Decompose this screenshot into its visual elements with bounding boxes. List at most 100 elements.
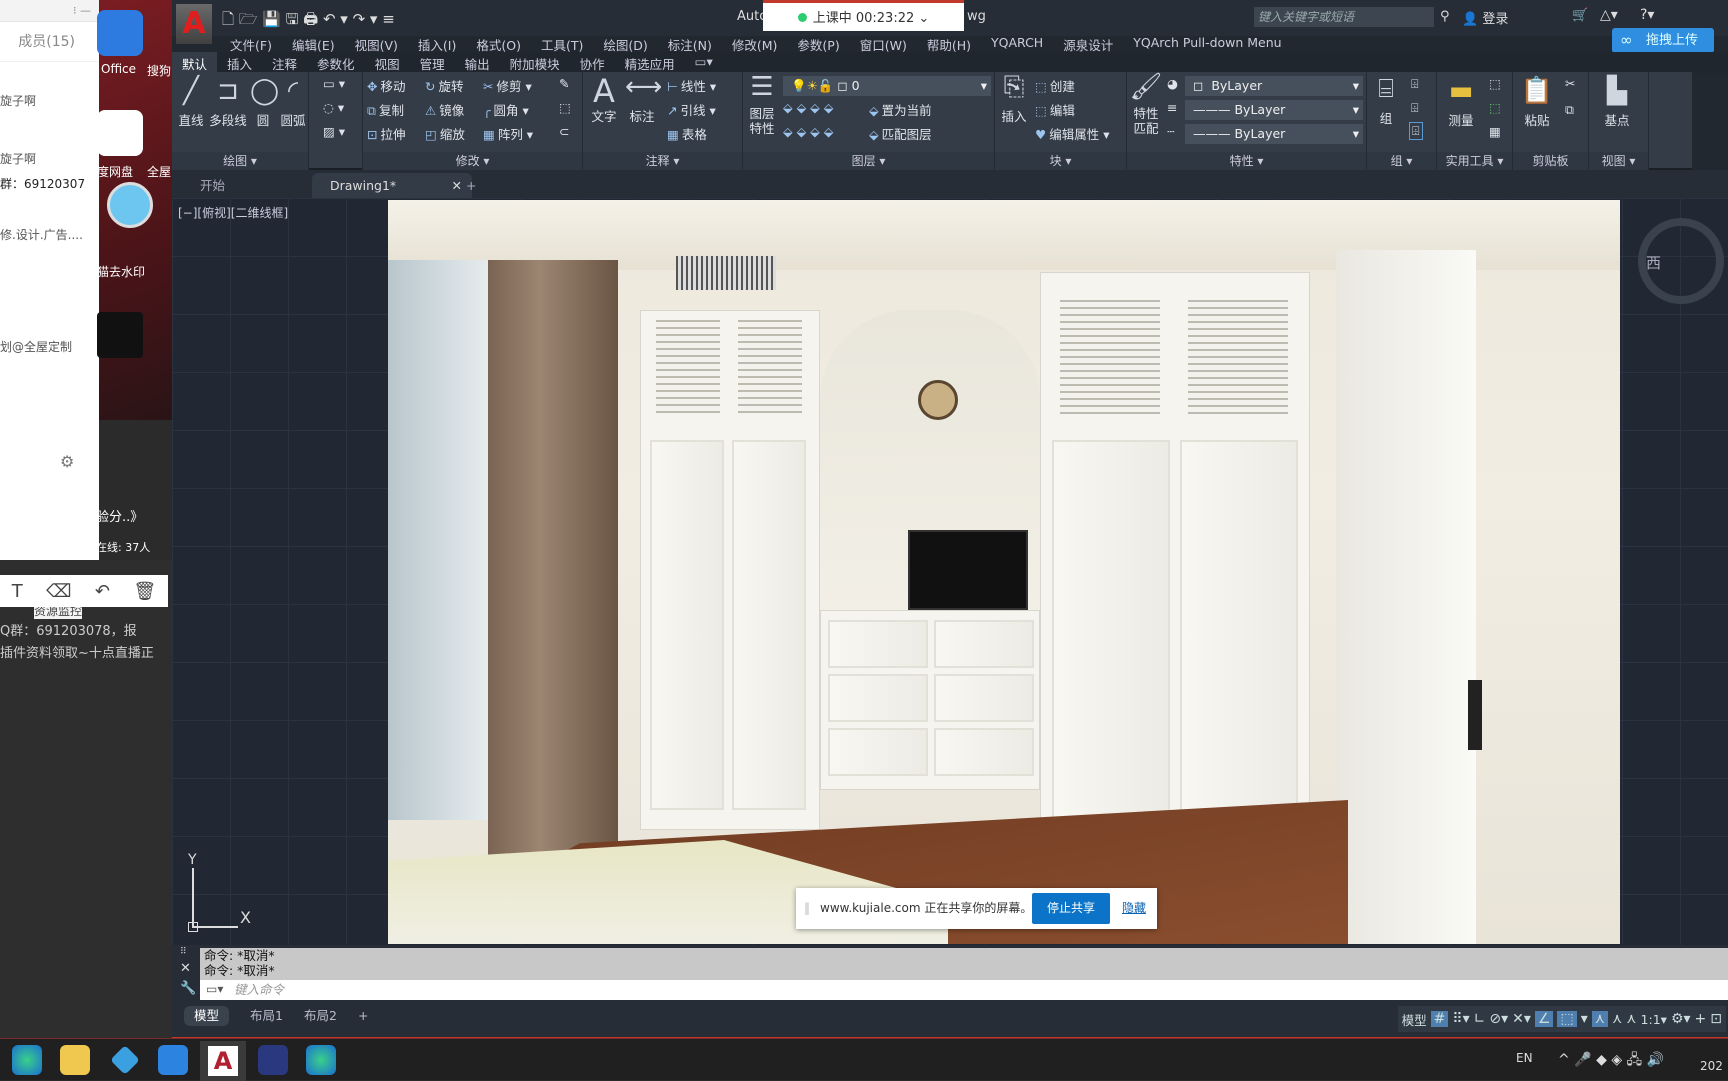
undo-icon[interactable]: ↶ — [95, 581, 110, 602]
object-snap-dropdown[interactable]: ▾ — [1581, 1011, 1588, 1027]
new-tab-icon[interactable]: + — [448, 173, 494, 198]
table-tool[interactable]: ▦ 表格 — [667, 124, 707, 143]
menu-item[interactable]: 插入(I) — [408, 33, 466, 53]
arc-tool[interactable]: ◜ 圆弧 — [278, 76, 308, 129]
insert-block-button[interactable]: ⎘ 插入 — [997, 72, 1031, 125]
menu-item[interactable]: 标注(N) — [658, 33, 722, 53]
scale-tool[interactable]: ◰ 缩放 — [425, 124, 465, 143]
cut-icon[interactable]: ✂ — [1565, 76, 1575, 91]
array-tool[interactable]: ▦ 阵列 ▾ — [483, 124, 533, 143]
calculator-icon[interactable]: ▦ — [1489, 124, 1501, 139]
customize-icon[interactable]: ⊡ — [1710, 1011, 1722, 1027]
model-space-button[interactable]: 模型 — [1402, 1010, 1427, 1029]
drag-upload-button[interactable]: ∞ 拖拽上传 — [1612, 28, 1714, 53]
set-current-button[interactable]: ⬙ 置为当前 — [869, 100, 932, 119]
search-input[interactable]: 键入关键字或短语 — [1254, 7, 1434, 27]
snap-icon[interactable]: ⠿▾ — [1452, 1011, 1469, 1027]
annotation-scale-icon[interactable]: ⋏ — [1626, 1011, 1636, 1027]
menu-item[interactable]: 工具(T) — [531, 33, 593, 53]
file-explorer-icon[interactable] — [60, 1045, 90, 1075]
members-tab[interactable]: 成员(15) — [0, 22, 99, 62]
group-select-icon[interactable]: ⌹ — [1409, 122, 1423, 140]
osnap-tracking-icon[interactable]: ✕▾ — [1512, 1011, 1531, 1027]
scale-dropdown[interactable]: 1:1▾ — [1641, 1012, 1667, 1027]
create-block-button[interactable]: ⬚ 创建 — [1035, 76, 1075, 95]
layer-tools-icons-2[interactable]: ⬙ ⬙ ⬙ ⬙ — [783, 124, 833, 139]
trim-tool[interactable]: ✂ 修剪 ▾ — [483, 76, 532, 95]
menu-item[interactable]: 文件(F) — [220, 33, 282, 53]
leader-tool[interactable]: ↗ 引线 ▾ — [667, 100, 716, 119]
binoculars-icon[interactable]: ⚲ — [1440, 9, 1450, 24]
polar-icon[interactable]: ⊘▾ — [1489, 1011, 1508, 1027]
ribbon-tab[interactable]: 精选应用 — [615, 52, 685, 73]
ribbon-tab[interactable]: 协作 — [570, 52, 615, 73]
group-button[interactable]: ⌸ 组 — [1369, 74, 1403, 127]
command-prompt-icon[interactable]: ▭▾ — [206, 982, 223, 996]
menu-item[interactable]: 窗口(W) — [850, 33, 917, 53]
stop-sharing-button[interactable]: 停止共享 — [1032, 893, 1110, 924]
ribbon-tab[interactable]: 视图 — [365, 52, 410, 73]
line-tool[interactable]: ╱ 直线 — [176, 76, 206, 129]
edit-block-button[interactable]: ⬚ 编辑 — [1035, 100, 1075, 119]
modify-panel-title[interactable]: 修改 ▾ — [363, 152, 582, 170]
ellipse-icon[interactable]: ◌ ▾ — [323, 100, 344, 115]
drawing-area[interactable]: [−][俯视][二维线框] 西 Y X ‖ www.kujiale.com 正在… — [172, 198, 1728, 945]
text-tool-icon[interactable]: T — [12, 581, 23, 602]
layer-panel-title[interactable]: 图层 ▾ — [743, 152, 994, 170]
tab-model[interactable]: 模型 — [184, 1006, 230, 1026]
baidu-netdisk-icon[interactable] — [97, 110, 143, 156]
menu-item[interactable]: 参数(P) — [787, 33, 849, 53]
utilities-panel-title[interactable]: 实用工具 ▾ — [1437, 152, 1512, 170]
close-command-icon[interactable]: ✕ — [180, 961, 191, 976]
menu-item[interactable]: 视图(V) — [345, 33, 408, 53]
quick-select-icon[interactable]: ⬚ — [1489, 76, 1501, 91]
polyline-tool[interactable]: ⊐ 多段线 — [206, 76, 250, 129]
ungroup-icon[interactable]: ⌹ — [1411, 76, 1419, 92]
menu-item[interactable]: 格式(O) — [466, 33, 531, 53]
edit-attributes-button[interactable]: ♥ 编辑属性 ▾ — [1035, 124, 1109, 143]
mirror-tool[interactable]: ⚠ 镜像 — [425, 100, 464, 119]
lineweight-dropdown[interactable]: ——— ByLayer ▾ — [1185, 124, 1363, 144]
measure-button[interactable]: ▬ 测量 — [1441, 76, 1481, 129]
grip-icon[interactable]: ⠿ — [180, 947, 187, 957]
ribbon-tab[interactable]: 附加模块 — [500, 52, 570, 73]
annotation-panel-title[interactable]: 注释 ▾ — [583, 152, 742, 170]
tab-start[interactable]: 开始 — [182, 173, 243, 198]
layer-tools-icons[interactable]: ⬙ ⬙ ⬙ ⬙ — [783, 100, 833, 115]
auto-scale-icon[interactable]: ⋏ — [1612, 1011, 1622, 1027]
app-icon[interactable] — [110, 1045, 140, 1075]
edge-icon[interactable] — [306, 1045, 336, 1075]
viewport-controls[interactable]: [−][俯视][二维线框] — [178, 204, 288, 221]
rectangle-icon[interactable]: ▭ ▾ — [323, 76, 345, 91]
draw-panel-title[interactable]: 绘图 ▾ — [172, 152, 308, 170]
ortho-icon[interactable]: ∟ — [1474, 1011, 1486, 1027]
object-snap-icon[interactable]: ⬚ — [1557, 1011, 1577, 1027]
app-icon[interactable] — [97, 312, 143, 358]
layer-dropdown[interactable]: 💡☀🔓 ◻ 0 ▾ — [783, 76, 991, 96]
layer-properties-button[interactable]: ☰ 图层特性 — [745, 72, 779, 136]
command-input[interactable]: 键入命令 — [200, 980, 1728, 1000]
menu-item[interactable]: 编辑(E) — [282, 33, 345, 53]
erase-icon[interactable]: ✎ — [559, 76, 569, 91]
clock[interactable]: 202 — [1700, 1059, 1723, 1073]
workspace-gear-icon[interactable]: ⚙▾ — [1671, 1011, 1691, 1027]
app-icon[interactable] — [258, 1045, 288, 1075]
ribbon-tab[interactable]: 注释 — [262, 52, 307, 73]
linear-tool[interactable]: ⊢ 线性 ▾ — [667, 76, 716, 95]
view-panel-title[interactable]: 视图 ▾ — [1589, 152, 1648, 170]
fillet-tool[interactable]: ╭ 圆角 ▾ — [483, 100, 529, 119]
drag-handle-icon[interactable]: ‖ — [804, 888, 810, 929]
stretch-tool[interactable]: ⊡ 拉伸 — [367, 124, 406, 143]
menu-item[interactable]: 帮助(H) — [917, 33, 981, 53]
text-tool[interactable]: A 文字 — [587, 72, 621, 125]
autocad-taskbar-button[interactable]: A — [200, 1041, 246, 1081]
shield-app-icon[interactable] — [158, 1045, 188, 1075]
chat-window-controls[interactable]: ⁝ — — [0, 0, 99, 22]
ribbon-tab[interactable]: 参数化 — [307, 52, 365, 73]
dimension-tool[interactable]: ⟷ 标注 — [625, 72, 662, 125]
tab-layout2[interactable]: 布局2 — [294, 1006, 347, 1026]
trash-icon[interactable]: 🗑 — [133, 581, 156, 602]
match-properties-button[interactable]: 🖌 特性匹配 — [1129, 72, 1163, 136]
tab-layout1[interactable]: 布局1 — [240, 1006, 293, 1026]
copy-tool[interactable]: ⧉ 复制 — [367, 100, 404, 119]
